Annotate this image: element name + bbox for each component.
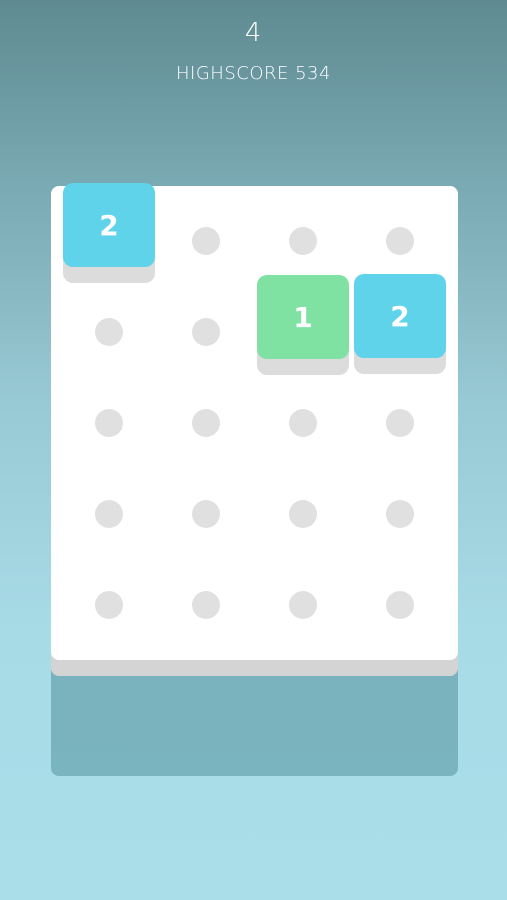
- empty-slot[interactable]: [386, 500, 414, 528]
- empty-slot[interactable]: [95, 500, 123, 528]
- empty-slot[interactable]: [289, 227, 317, 255]
- empty-slot[interactable]: [386, 227, 414, 255]
- tile-2[interactable]: 2: [63, 183, 155, 267]
- empty-slot[interactable]: [192, 500, 220, 528]
- tile-value: 1: [293, 300, 313, 334]
- empty-slot[interactable]: [192, 318, 220, 346]
- tile-value: 2: [390, 299, 410, 333]
- highscore-label: HIGHSCORE 534: [176, 63, 331, 84]
- empty-slot[interactable]: [95, 318, 123, 346]
- empty-slot[interactable]: [289, 409, 317, 437]
- empty-slot[interactable]: [192, 591, 220, 619]
- tile-1[interactable]: 1: [257, 275, 349, 359]
- empty-slot[interactable]: [386, 409, 414, 437]
- current-score: 4: [244, 18, 263, 48]
- empty-slot[interactable]: [95, 409, 123, 437]
- empty-slot[interactable]: [192, 227, 220, 255]
- empty-slot[interactable]: [192, 409, 220, 437]
- empty-slot[interactable]: [289, 591, 317, 619]
- empty-slot[interactable]: [289, 500, 317, 528]
- tile-2[interactable]: 2: [354, 274, 446, 358]
- tile-value: 2: [99, 208, 119, 242]
- board-shadow: [51, 660, 458, 776]
- empty-slot[interactable]: [95, 591, 123, 619]
- empty-slot[interactable]: [386, 591, 414, 619]
